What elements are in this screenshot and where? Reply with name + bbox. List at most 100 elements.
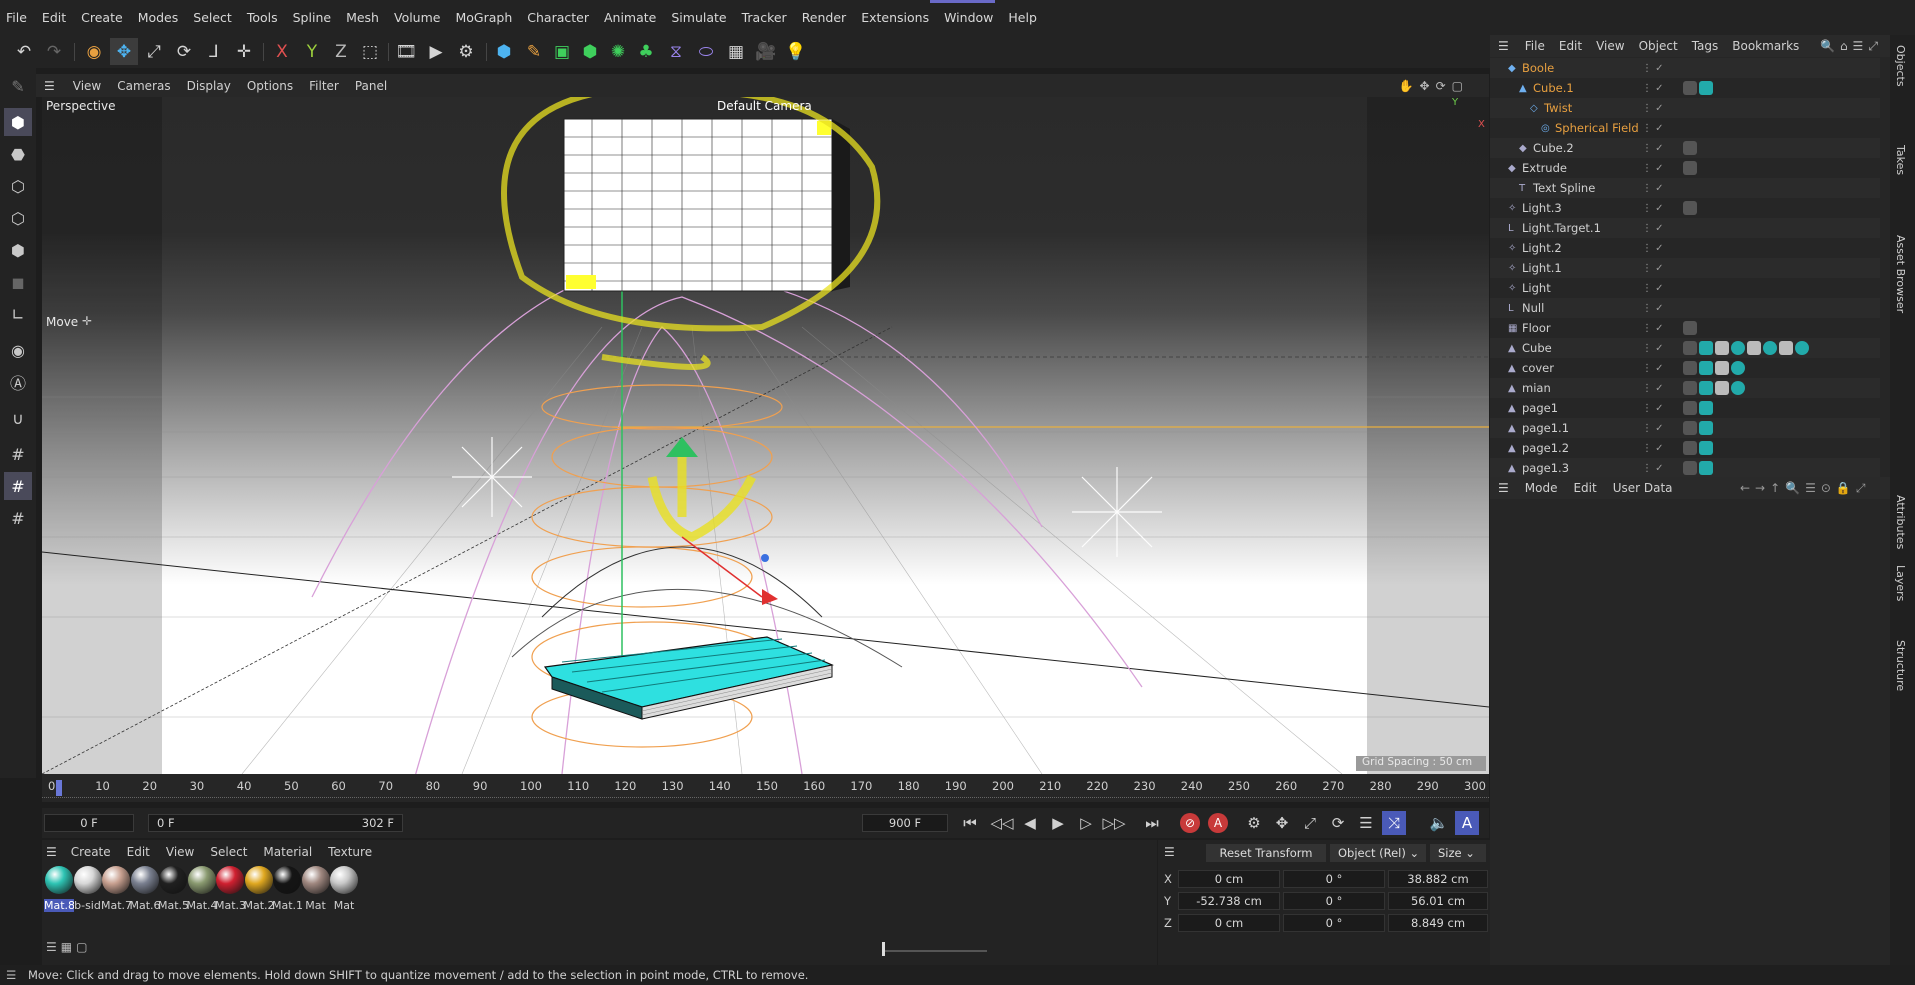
menu-render[interactable]: Render (802, 10, 847, 25)
object-tag-icon[interactable] (1699, 361, 1713, 375)
object-tag-icon[interactable] (1683, 361, 1697, 375)
object-name[interactable]: page1.1 (1522, 421, 1569, 435)
undo-icon[interactable]: ↶ (10, 38, 38, 65)
subdivision-icon[interactable]: ▣ (548, 38, 576, 65)
object-name[interactable]: Light (1522, 281, 1551, 295)
magnet-icon[interactable]: ∪ (4, 404, 32, 432)
object-name[interactable]: Cube (1522, 341, 1552, 355)
coord-rot-field[interactable]: 0 ° (1283, 914, 1385, 932)
go-to-start-icon[interactable]: ⏮ (958, 811, 982, 835)
om-menu-file[interactable]: File (1525, 39, 1545, 53)
viewport-nav-icons[interactable]: ✋✥⟳▢ (1399, 79, 1469, 93)
menu-tracker[interactable]: Tracker (742, 10, 787, 25)
key-position-icon[interactable]: ✥ (1270, 811, 1294, 835)
render-settings-icon[interactable]: ⚙ (452, 38, 480, 65)
om-menu-edit[interactable]: Edit (1559, 39, 1582, 53)
side-tab[interactable]: Attributes (1894, 495, 1907, 549)
3d-viewport[interactable]: Perspective Default Camera Move ✛ Y X Gr… (42, 97, 1489, 774)
visibility-toggle-icon[interactable]: ⋮ ✓ (1642, 383, 1664, 394)
object-name[interactable]: Twist (1544, 101, 1572, 115)
menu-help[interactable]: Help (1008, 10, 1037, 25)
viewport-menu-filter[interactable]: Filter (309, 79, 339, 93)
object-tag-icon[interactable] (1731, 361, 1745, 375)
status-menu-icon[interactable]: ☰ (6, 968, 16, 982)
frame-range-field[interactable]: 0 F 302 F (148, 814, 403, 832)
visibility-toggle-icon[interactable]: ⋮ ✓ (1642, 423, 1664, 434)
axis-tool-icon[interactable]: ✛ (230, 38, 258, 65)
om-menu-bookmarks[interactable]: Bookmarks (1732, 39, 1799, 53)
edit-render-icon[interactable]: ✎ (4, 72, 32, 100)
texture-mode-icon[interactable]: ⬣ (4, 140, 32, 168)
visibility-toggle-icon[interactable]: ⋮ ✓ (1642, 403, 1664, 414)
object-row[interactable]: ✧ Light.2 ⋮ ✓ (1490, 238, 1880, 258)
playhead[interactable] (56, 780, 62, 796)
generator-icon[interactable]: ⬢ (576, 38, 604, 65)
light-icon[interactable]: 💡 (782, 38, 810, 65)
mat-menu-create[interactable]: Create (71, 845, 111, 859)
material-swatch[interactable]: Mat.3 (215, 866, 245, 912)
object-tag-icon[interactable] (1683, 401, 1697, 415)
material-swatch[interactable]: Mat.8 (44, 866, 74, 912)
coord-panel-menu-icon[interactable]: ☰ (1164, 845, 1175, 859)
menu-file[interactable]: File (6, 10, 27, 25)
visibility-toggle-icon[interactable]: ⋮ ✓ (1642, 343, 1664, 354)
cloner-icon[interactable]: ✺ (604, 38, 632, 65)
object-row[interactable]: ◇ Twist ⋮ ✓ (1490, 98, 1880, 118)
object-row[interactable]: ✧ Light.1 ⋮ ✓ (1490, 258, 1880, 278)
object-name[interactable]: Light.3 (1522, 201, 1562, 215)
visibility-toggle-icon[interactable]: ⋮ ✓ (1642, 143, 1664, 154)
menu-create[interactable]: Create (81, 10, 123, 25)
key-pla-icon[interactable]: ⤨ (1382, 811, 1406, 835)
coord-pos-field[interactable]: 0 cm (1178, 870, 1280, 888)
object-tag-icon[interactable] (1683, 461, 1697, 475)
camera-icon[interactable]: 🎥 (752, 38, 780, 65)
object-name[interactable]: page1 (1522, 401, 1558, 415)
object-tag-icon[interactable] (1699, 461, 1713, 475)
viewport-menu-panel[interactable]: Panel (355, 79, 387, 93)
object-name[interactable]: Light.2 (1522, 241, 1562, 255)
solo-a-icon[interactable]: Ⓐ (4, 368, 32, 396)
polygon-mode-icon[interactable]: ⬢ (4, 236, 32, 264)
viewport-menu-options[interactable]: Options (247, 79, 293, 93)
coord-mode-select[interactable]: Object (Rel) ⌄ (1330, 844, 1426, 862)
visibility-toggle-icon[interactable]: ⋮ ✓ (1642, 123, 1664, 134)
object-name[interactable]: Extrude (1522, 161, 1567, 175)
menu-volume[interactable]: Volume (394, 10, 441, 25)
menu-animate[interactable]: Animate (604, 10, 656, 25)
edge-mode-icon[interactable]: ⬡ (4, 204, 32, 232)
material-panel-menu-icon[interactable]: ☰ (46, 845, 57, 859)
menu-extensions[interactable]: Extensions (861, 10, 929, 25)
key-param-icon[interactable]: ☰ (1354, 811, 1378, 835)
menu-modes[interactable]: Modes (138, 10, 179, 25)
mograph-icon[interactable]: ♣ (632, 38, 660, 65)
redo-icon[interactable]: ↷ (40, 38, 68, 65)
uv-mode-icon[interactable]: ◼ (4, 268, 32, 296)
object-tag-icon[interactable] (1731, 341, 1745, 355)
visibility-toggle-icon[interactable]: ⋮ ✓ (1642, 243, 1664, 254)
object-tag-icon[interactable] (1683, 161, 1697, 175)
mat-menu-texture[interactable]: Texture (328, 845, 372, 859)
attr-nav-icons[interactable]: ←→↑🔍☰⊙🔒⤢ (1740, 481, 1870, 496)
key-settings-icon[interactable]: ⚙ (1242, 811, 1266, 835)
next-key-icon[interactable]: ▷▷ (1102, 811, 1126, 835)
point-mode-icon[interactable]: ⬡ (4, 172, 32, 200)
menu-select[interactable]: Select (193, 10, 232, 25)
pen-spline-icon[interactable]: ✎ (520, 38, 548, 65)
render-picture-viewer-icon[interactable]: ▶ (422, 38, 450, 65)
snap-auto-icon[interactable]: # (4, 504, 32, 532)
max-frame-field[interactable]: 900 F (862, 814, 948, 832)
object-tag-icon[interactable] (1715, 361, 1729, 375)
side-tab[interactable]: Layers (1894, 565, 1907, 601)
material-swatch[interactable]: Mat.7 (101, 866, 131, 912)
mat-menu-material[interactable]: Material (263, 845, 312, 859)
floor-object-icon[interactable]: ▦ (722, 38, 750, 65)
menu-mesh[interactable]: Mesh (346, 10, 379, 25)
om-menu-tags[interactable]: Tags (1692, 39, 1719, 53)
menu-simulate[interactable]: Simulate (671, 10, 726, 25)
go-to-end-icon[interactable]: ⏭ (1140, 811, 1164, 835)
visibility-toggle-icon[interactable]: ⋮ ✓ (1642, 183, 1664, 194)
material-swatch[interactable]: Mat.6 (130, 866, 160, 912)
object-tag-icon[interactable] (1699, 401, 1713, 415)
viewport-menu-view[interactable]: View (73, 79, 101, 93)
key-scale-icon[interactable]: ⤢ (1298, 811, 1322, 835)
